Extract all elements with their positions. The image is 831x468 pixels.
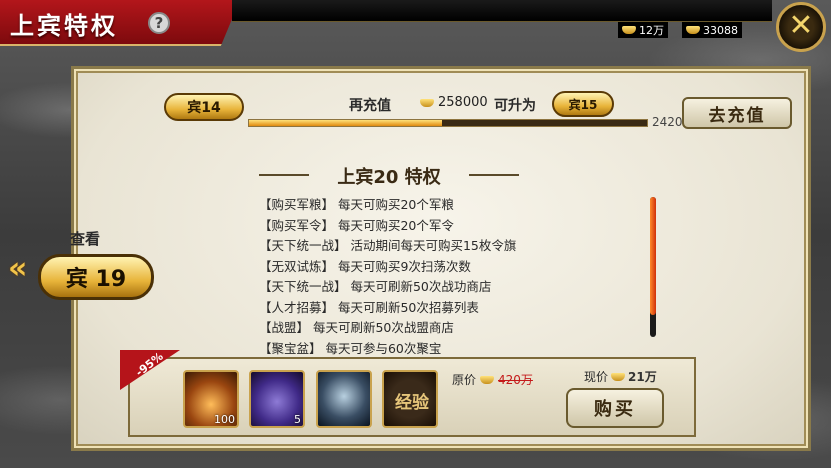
can-upgrade-label: 可升为 [494, 98, 536, 114]
experience-label: 经验 [395, 393, 429, 413]
recharge-amount: 258000 [420, 95, 488, 110]
next-vip-badge: 宾15 [552, 91, 614, 117]
purple-bag-icon[interactable]: 5 [249, 370, 305, 428]
ingot-count-value: 33088 [703, 23, 738, 37]
armored-hero-icon[interactable] [316, 370, 372, 428]
crystal-icon[interactable]: 100 [183, 370, 239, 428]
ingot-icon [420, 98, 434, 107]
vip-progress-fill [249, 120, 442, 126]
item-quantity: 5 [294, 413, 301, 426]
original-price: 原价 420万 [452, 373, 533, 387]
scrollbar-thumb[interactable] [650, 197, 656, 315]
ingot-icon [686, 26, 700, 34]
list-item: 【聚宝盆】 每天可参与60次聚宝 [259, 340, 442, 356]
vip-progress-bar [248, 119, 648, 127]
close-button[interactable]: ✕ [776, 2, 826, 52]
privilege-scrollbar[interactable] [650, 197, 656, 337]
list-item: 【无双试炼】 每天可购买9次扫荡次数 [259, 258, 471, 274]
item-count-value: 12万 [639, 24, 664, 37]
recharge-label: 再充值 [349, 98, 391, 114]
recharge-button[interactable]: 去充值 [682, 97, 792, 129]
list-item: 【天下统一战】 每天可刷新50次战功商店 [259, 279, 492, 294]
privilege-title: 上宾20 特权 [259, 163, 519, 189]
list-item: 【战盟】 每天可刷新50次战盟商店 [259, 320, 454, 335]
ingot-icon [480, 375, 495, 384]
help-icon[interactable]: ? [148, 12, 170, 34]
current-vip-badge: 宾14 [164, 93, 244, 121]
privilege-list: 【购买军粮】 每天可购买20个军粮 【购买军令】 每天可购买20个军令 【天下统… [259, 195, 619, 359]
list-item: 【购买军粮】 每天可购买20个军粮 [259, 197, 454, 212]
current-price: 现价 21万 [584, 370, 657, 384]
list-item: 【人才招募】 每天可刷新50次招募列表 [259, 299, 479, 315]
item-quantity: 100 [214, 413, 235, 426]
resource-ingots: 33088 [682, 22, 742, 38]
buy-button[interactable]: 购买 [566, 388, 664, 428]
chevron-left-icon[interactable]: « [8, 254, 36, 288]
ingot-icon [611, 372, 626, 381]
list-item: 【天下统一战】 活动期间每天可购买15枚令旗 [259, 238, 517, 253]
resource-strip [232, 0, 772, 22]
resource-item-count: 12万 [618, 22, 668, 38]
ingot-icon [622, 26, 636, 34]
list-item: 【购买军令】 每天可购买20个军令 [259, 217, 454, 233]
view-vip-button[interactable]: 宾 19 [38, 254, 154, 300]
page-title: 上宾特权 [10, 12, 118, 40]
experience-icon[interactable]: 经验 [382, 370, 438, 428]
view-label: 查看 [70, 230, 101, 248]
